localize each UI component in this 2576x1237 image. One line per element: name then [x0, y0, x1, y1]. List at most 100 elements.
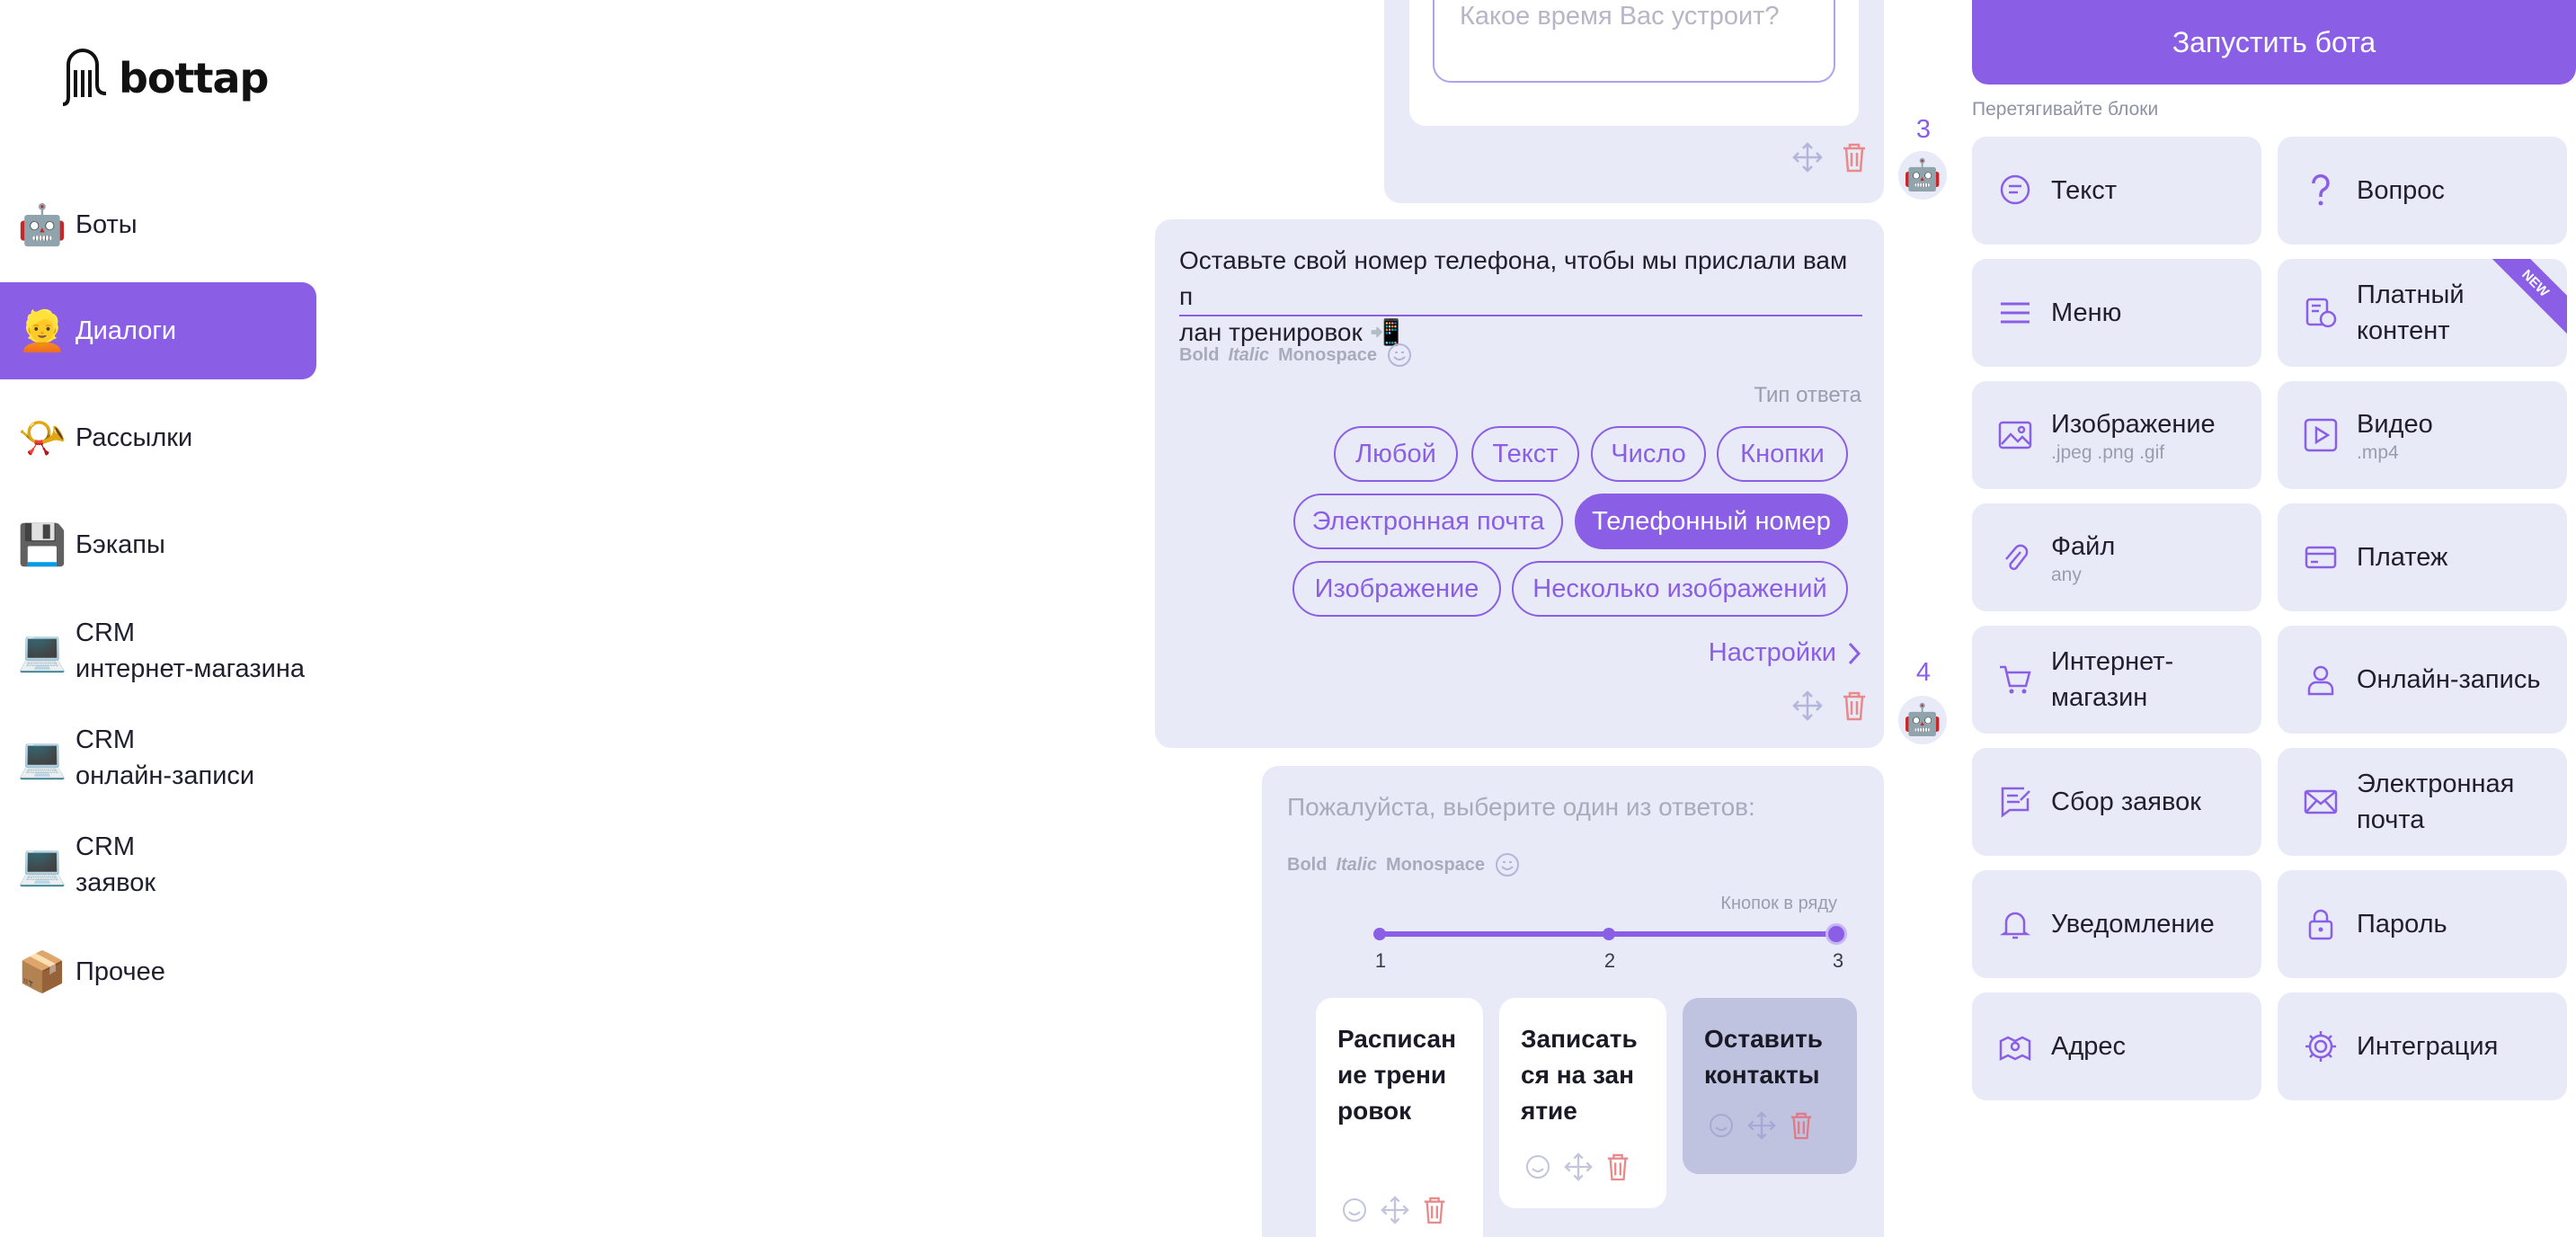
answer-type-any[interactable]: Любой	[1334, 426, 1458, 482]
step-card-menu[interactable]: Пожалуйста, выберите один из ответов: Bo…	[1262, 766, 1884, 1237]
block-title: Электронная почта	[2357, 770, 2515, 834]
bold-button[interactable]: Bold	[1287, 855, 1327, 876]
menu-button-card[interactable]: Записаться на занятие	[1499, 998, 1666, 1208]
answer-type-image[interactable]: Изображение	[1292, 561, 1501, 617]
monospace-button[interactable]: Monospace	[1278, 345, 1377, 366]
sidebar-item-other[interactable]: 📦 Прочее	[0, 923, 316, 1020]
answer-type-buttons[interactable]: Кнопки	[1717, 426, 1848, 482]
slider-thumb[interactable]	[1825, 923, 1847, 945]
block-paid-content[interactable]: Платный контент NEW	[2278, 259, 2567, 367]
slider-stop[interactable]	[1373, 928, 1386, 940]
block-subtitle: .mp4	[2357, 442, 2399, 463]
launch-bot-button[interactable]: Запустить бота	[1972, 0, 2576, 85]
trash-icon[interactable]	[1605, 1152, 1630, 1181]
emoji-picker-icon[interactable]	[1341, 1197, 1368, 1224]
emoji-picker-icon[interactable]	[1386, 342, 1413, 369]
cart-icon	[1995, 660, 2035, 699]
chat-bubble-icon	[1995, 171, 2035, 210]
menu-button-card[interactable]: Расписание тренировок	[1316, 998, 1483, 1237]
move-icon[interactable]	[1381, 1196, 1409, 1224]
block-question[interactable]: Вопрос	[2278, 137, 2567, 245]
brand-name: bottap	[119, 54, 269, 102]
block-booking[interactable]: Онлайн-запись	[2278, 626, 2567, 734]
question-icon	[2301, 171, 2341, 210]
move-icon[interactable]	[1790, 140, 1825, 174]
block-title: Платеж	[2357, 543, 2448, 572]
settings-link[interactable]: Настройки	[1709, 638, 1861, 668]
step-tools	[1790, 140, 1871, 174]
block-image[interactable]: Изображение .jpeg .png .gif	[1972, 381, 2261, 489]
emoji-picker-icon[interactable]	[1524, 1153, 1551, 1180]
step-number: 4	[1915, 658, 1932, 687]
laptop-icon: 💻	[17, 628, 67, 674]
block-video[interactable]: Видео .mp4	[2278, 381, 2567, 489]
italic-button[interactable]: Italic	[1336, 855, 1377, 876]
menu-button-label: Записаться на занятие	[1521, 1025, 1638, 1125]
block-title: Интеграция	[2357, 1032, 2499, 1061]
menu-question-text[interactable]: Пожалуйста, выберите один из ответов:	[1287, 789, 1755, 825]
block-shop[interactable]: Интернет-магазин	[1972, 626, 2261, 734]
answer-type-multi-image[interactable]: Несколько изображений	[1512, 561, 1848, 617]
block-payment[interactable]: Платеж	[2278, 503, 2567, 611]
answer-type-email[interactable]: Электронная почта	[1293, 494, 1563, 549]
italic-button[interactable]: Italic	[1228, 345, 1269, 366]
sidebar-item-crm-shop[interactable]: 💻 CRM интернет-магазина	[0, 602, 316, 699]
move-icon[interactable]	[1790, 689, 1825, 723]
floppy-disk-icon: 💾	[17, 522, 67, 568]
answer-type-number[interactable]: Число	[1591, 426, 1706, 482]
bold-button[interactable]: Bold	[1179, 345, 1219, 366]
block-notification[interactable]: Уведомление	[1972, 870, 2261, 978]
answer-type-label: Тип ответа	[1754, 383, 1861, 407]
move-icon[interactable]	[1564, 1152, 1593, 1181]
sidebar-item-backups[interactable]: 💾 Бэкапы	[0, 496, 316, 593]
slider-tick: 3	[1832, 949, 1844, 972]
trash-icon[interactable]	[1837, 689, 1871, 723]
move-icon[interactable]	[1747, 1111, 1776, 1140]
answer-type-text[interactable]: Текст	[1471, 426, 1579, 482]
trash-icon[interactable]	[1789, 1111, 1814, 1140]
sidebar-item-bots[interactable]: 🤖 Боты	[0, 176, 316, 273]
bot-avatar-icon: 🤖	[1898, 151, 1947, 200]
block-title: Пароль	[2357, 910, 2447, 939]
block-password[interactable]: Пароль	[2278, 870, 2567, 978]
sidebar-item-dialogs[interactable]: 👱 Диалоги	[0, 282, 316, 379]
slider-stop[interactable]	[1603, 928, 1615, 940]
block-title: Сбор заявок	[2051, 788, 2201, 816]
laptop-icon: 💻	[17, 842, 67, 888]
block-title: Уведомление	[2051, 910, 2215, 939]
emoji-picker-icon[interactable]	[1708, 1112, 1735, 1139]
mail-icon	[2301, 782, 2341, 822]
monospace-button[interactable]: Monospace	[1386, 855, 1485, 876]
trash-icon[interactable]	[1422, 1196, 1447, 1224]
trash-icon[interactable]	[1837, 140, 1871, 174]
block-integration[interactable]: Интеграция	[2278, 992, 2567, 1100]
image-icon	[1995, 415, 2035, 455]
block-address[interactable]: Адрес	[1972, 992, 2261, 1100]
lock-icon	[2301, 904, 2341, 944]
block-leads[interactable]: Сбор заявок	[1972, 748, 2261, 856]
menu-button-card[interactable]: Оставить контакты	[1683, 998, 1857, 1174]
answer-placeholder-field[interactable]: Какое время Вас устроит?	[1433, 0, 1835, 83]
drag-hint: Перетягивайте блоки	[1972, 99, 2159, 120]
block-text[interactable]: Текст	[1972, 137, 2261, 245]
step-card-phone[interactable]: Оставьте свой номер телефона, чтобы мы п…	[1155, 219, 1884, 748]
block-menu[interactable]: Меню	[1972, 259, 2261, 367]
sidebar-item-broadcasts[interactable]: 📯 Рассылки	[0, 389, 316, 486]
buttons-per-row-label: Кнопок в ряду	[1720, 894, 1837, 913]
emoji-picker-icon[interactable]	[1494, 851, 1521, 878]
sidebar-item-crm-leads[interactable]: 💻 CRM заявок	[0, 816, 316, 913]
slider-tick: 1	[1374, 949, 1387, 972]
logo[interactable]: bottap	[59, 43, 269, 113]
step-number: 3	[1915, 115, 1932, 144]
block-email[interactable]: Электронная почта	[2278, 748, 2567, 856]
sidebar-item-label: Боты	[76, 210, 138, 239]
step-card-question[interactable]: Какое время Вас устроит?	[1384, 0, 1884, 203]
sidebar-item-crm-booking[interactable]: 💻 CRM онлайн-записи	[0, 709, 316, 806]
step-tools	[1790, 689, 1871, 723]
video-icon	[2301, 415, 2341, 455]
answer-type-phone[interactable]: Телефонный номер	[1575, 494, 1848, 549]
block-file[interactable]: Файл any	[1972, 503, 2261, 611]
message-text[interactable]: Оставьте свой номер телефона, чтобы мы п…	[1179, 243, 1862, 351]
block-title: Адрес	[2051, 1032, 2127, 1061]
sidebar-item-label: Бэкапы	[76, 530, 165, 559]
